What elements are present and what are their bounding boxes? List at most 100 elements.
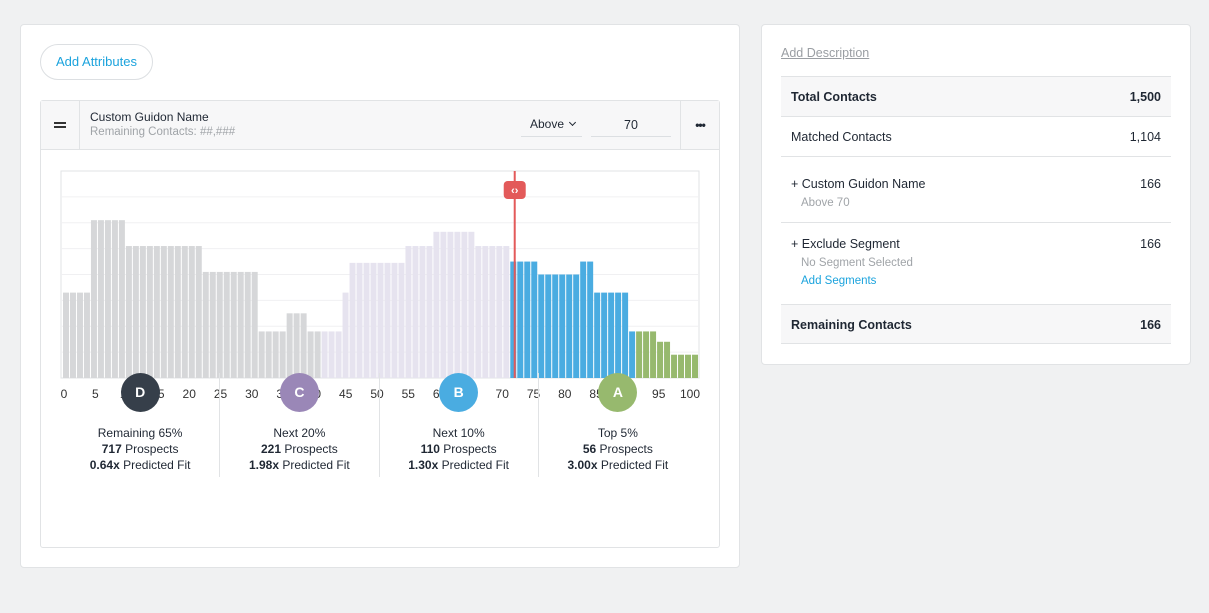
tier-label: Next 20% (273, 426, 326, 440)
bar-a (643, 331, 650, 378)
bar-d (202, 271, 209, 378)
matched-contacts-value: 1,104 (1129, 130, 1161, 144)
bar-c (461, 231, 468, 378)
bar-d (251, 271, 258, 378)
attribute-panel: Custom Guidon Name Remaining Contacts: #… (40, 100, 720, 548)
bar-b (601, 292, 608, 378)
ellipsis-icon[interactable]: ••• (680, 101, 719, 149)
bar-d (111, 220, 118, 378)
bar-c (440, 231, 447, 378)
chevron-down-icon (568, 118, 577, 127)
bar-c (468, 231, 475, 378)
remaining-contacts-row: Remaining Contacts 166 (781, 304, 1171, 344)
bar-c (433, 231, 440, 378)
bar-c (489, 246, 496, 378)
bar-d (293, 313, 300, 378)
bar-c (412, 246, 419, 378)
exclude-segment-label: + Exclude Segment (791, 237, 900, 251)
bar-d (209, 271, 216, 378)
exclude-segment-row: + Exclude Segment 166 No Segment Selecte… (781, 222, 1171, 304)
exclude-segment-detail: No Segment Selected (801, 257, 913, 269)
bar-d (104, 220, 111, 378)
bar-c (405, 246, 412, 378)
attribute-subtitle: Remaining Contacts: ##,### (90, 126, 236, 138)
bar-d (160, 246, 167, 378)
add-description-link[interactable]: Add Description (781, 46, 869, 60)
bar-d (272, 331, 279, 378)
bar-d (132, 246, 139, 378)
bar-d (279, 331, 286, 378)
tier-prospects: 221 Prospects (261, 442, 338, 456)
remaining-contacts-label: Remaining Contacts (791, 318, 912, 332)
bar-b (552, 274, 559, 378)
bar-d (97, 220, 104, 378)
bar-d (230, 271, 237, 378)
tier-badge: D (120, 373, 160, 412)
attribute-title: Custom Guidon Name (90, 110, 209, 124)
tier-badge: A (598, 373, 638, 412)
bar-c (503, 246, 510, 378)
bar-d (63, 292, 69, 378)
bar-c (447, 231, 454, 378)
bar-d (216, 271, 223, 378)
bar-d (69, 292, 76, 378)
total-contacts-label: Total Contacts (791, 90, 877, 104)
bar-b (587, 261, 594, 378)
bar-d (286, 313, 293, 378)
bar-d (174, 246, 181, 378)
bar-d (244, 271, 251, 378)
bar-d (223, 271, 230, 378)
operator-value: Above (530, 117, 565, 131)
bar-d (188, 246, 195, 378)
bar-d (118, 220, 125, 378)
tier-badge: C (279, 373, 319, 412)
bar-d (258, 331, 265, 378)
tier-a: A Top 5% 56 Prospects 3.00x Predicted Fit (537, 373, 697, 477)
bar-c (328, 331, 335, 378)
bar-b (517, 261, 524, 378)
tier-label: Top 5% (597, 426, 638, 440)
summary-card: Add Description Total Contacts 1,500 Mat… (761, 24, 1191, 365)
threshold-input[interactable] (591, 113, 671, 137)
add-segments-link[interactable]: Add Segments (791, 275, 1161, 287)
bar-b (531, 261, 538, 378)
tier-badge: B (439, 373, 479, 412)
bar-b (524, 261, 531, 378)
bar-c (370, 262, 377, 378)
drag-handle-icon[interactable] (41, 101, 80, 149)
bar-d (125, 246, 132, 378)
bar-b (538, 274, 545, 378)
tier-legend: D Remaining 65% 717 Prospects 0.64x Predict… (61, 373, 697, 477)
tier-label: Next 10% (432, 426, 485, 440)
bar-c (482, 246, 489, 378)
bar-b (573, 274, 580, 378)
bar-b (559, 274, 566, 378)
tier-d: D Remaining 65% 717 Prospects 0.64x Predict… (61, 373, 219, 477)
bar-c (377, 262, 384, 378)
total-contacts-value: 1,500 (1129, 90, 1161, 104)
remaining-contacts-value: 166 (1140, 318, 1161, 332)
bar-c (384, 262, 391, 378)
bar-a (636, 331, 643, 378)
bar-c (419, 246, 426, 378)
bar-d (153, 246, 160, 378)
bar-b (594, 292, 601, 378)
bar-b (580, 261, 587, 378)
total-contacts-row: Total Contacts 1,500 (781, 76, 1171, 116)
bar-c (335, 331, 342, 378)
add-attributes-button[interactable]: Add Attributes (40, 44, 153, 80)
bar-b (545, 274, 552, 378)
tier-prospects: 717 Prospects (101, 442, 179, 456)
bar-d (300, 313, 307, 378)
operator-select[interactable]: Above (521, 113, 582, 137)
bar-c (391, 262, 398, 378)
attribute-row-value: 166 (1140, 177, 1161, 191)
bar-b (622, 292, 629, 378)
bar-d (307, 331, 314, 378)
tier-fit: 3.00x Predicted Fit (567, 458, 669, 472)
attribute-row-label: + Custom Guidon Name (791, 177, 926, 191)
bar-c (454, 231, 461, 378)
bar-d (83, 292, 90, 378)
exclude-segment-value: 166 (1140, 237, 1161, 251)
tier-b: B Next 10% 110 Prospects 1.30x Predicted Fi… (378, 373, 538, 477)
